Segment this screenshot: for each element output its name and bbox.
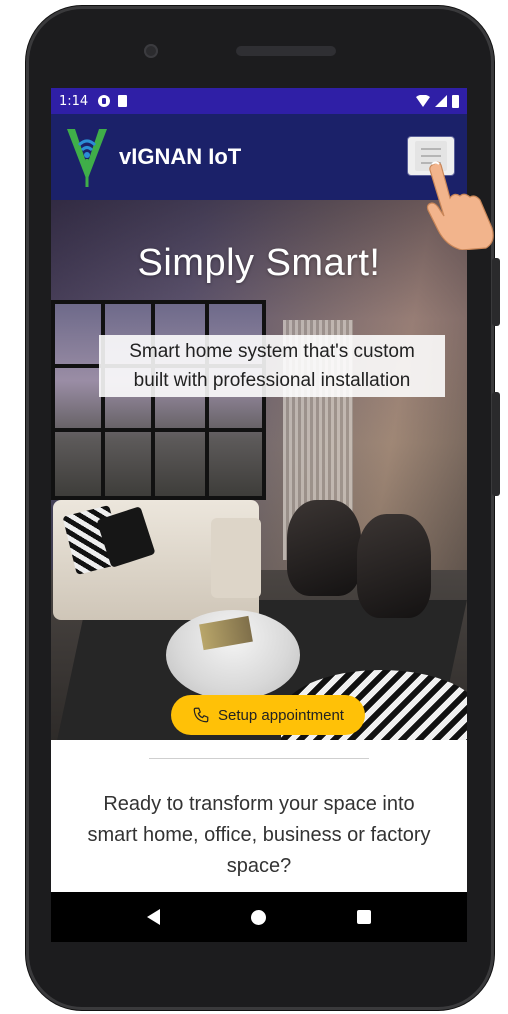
status-bar: 1:14 [51, 88, 467, 114]
signal-icon [435, 95, 447, 107]
app-screen: 1:14 vIGNAN IoT Simply Smart! Smart home… [51, 88, 467, 942]
back-triangle-icon[interactable] [146, 909, 160, 925]
hero-bg-chair-right [357, 514, 431, 618]
battery-icon [452, 94, 459, 108]
intro-section: Ready to transform your space into smart… [51, 740, 467, 882]
section-divider [149, 758, 369, 759]
hero-subtitle-line: built with professional installation [133, 370, 411, 391]
hero-bg-window [51, 300, 266, 500]
intro-text: Ready to transform your space into smart… [51, 789, 467, 882]
front-camera [144, 44, 158, 58]
top-navbar: vIGNAN IoT [51, 114, 467, 200]
hero-title: Simply Smart! [137, 242, 381, 284]
hero-subtitle: Smart home system that's custom built wi… [99, 335, 445, 397]
android-nav-bar [51, 892, 467, 942]
tap-hand-icon [426, 161, 494, 250]
intro-line: smart home, office, business or factory [87, 824, 431, 846]
setup-appointment-button[interactable]: Setup appointment [171, 695, 365, 735]
recent-apps-square-icon[interactable] [357, 910, 372, 924]
hero-bg-sofa-arm [211, 518, 261, 598]
brand-name[interactable]: vIGNAN IoT [119, 144, 241, 170]
notification-icon [98, 95, 111, 107]
phone-icon [193, 707, 209, 723]
intro-line: space? [226, 855, 292, 877]
home-circle-icon[interactable] [250, 909, 266, 925]
wifi-icon [416, 95, 430, 107]
hero-bg-chair-left [287, 500, 361, 596]
earpiece-speaker [236, 46, 336, 56]
volume-button [492, 392, 500, 496]
sim-card-icon [118, 95, 128, 107]
hero-banner: Simply Smart! Smart home system that's c… [51, 200, 467, 740]
hero-subtitle-line: Smart home system that's custom [129, 341, 415, 362]
setup-appointment-label: Setup appointment [218, 706, 344, 724]
power-button [492, 258, 500, 326]
intro-line: Ready to transform your space into [103, 793, 415, 815]
vignan-logo[interactable] [65, 125, 109, 189]
status-time: 1:14 [59, 93, 89, 109]
